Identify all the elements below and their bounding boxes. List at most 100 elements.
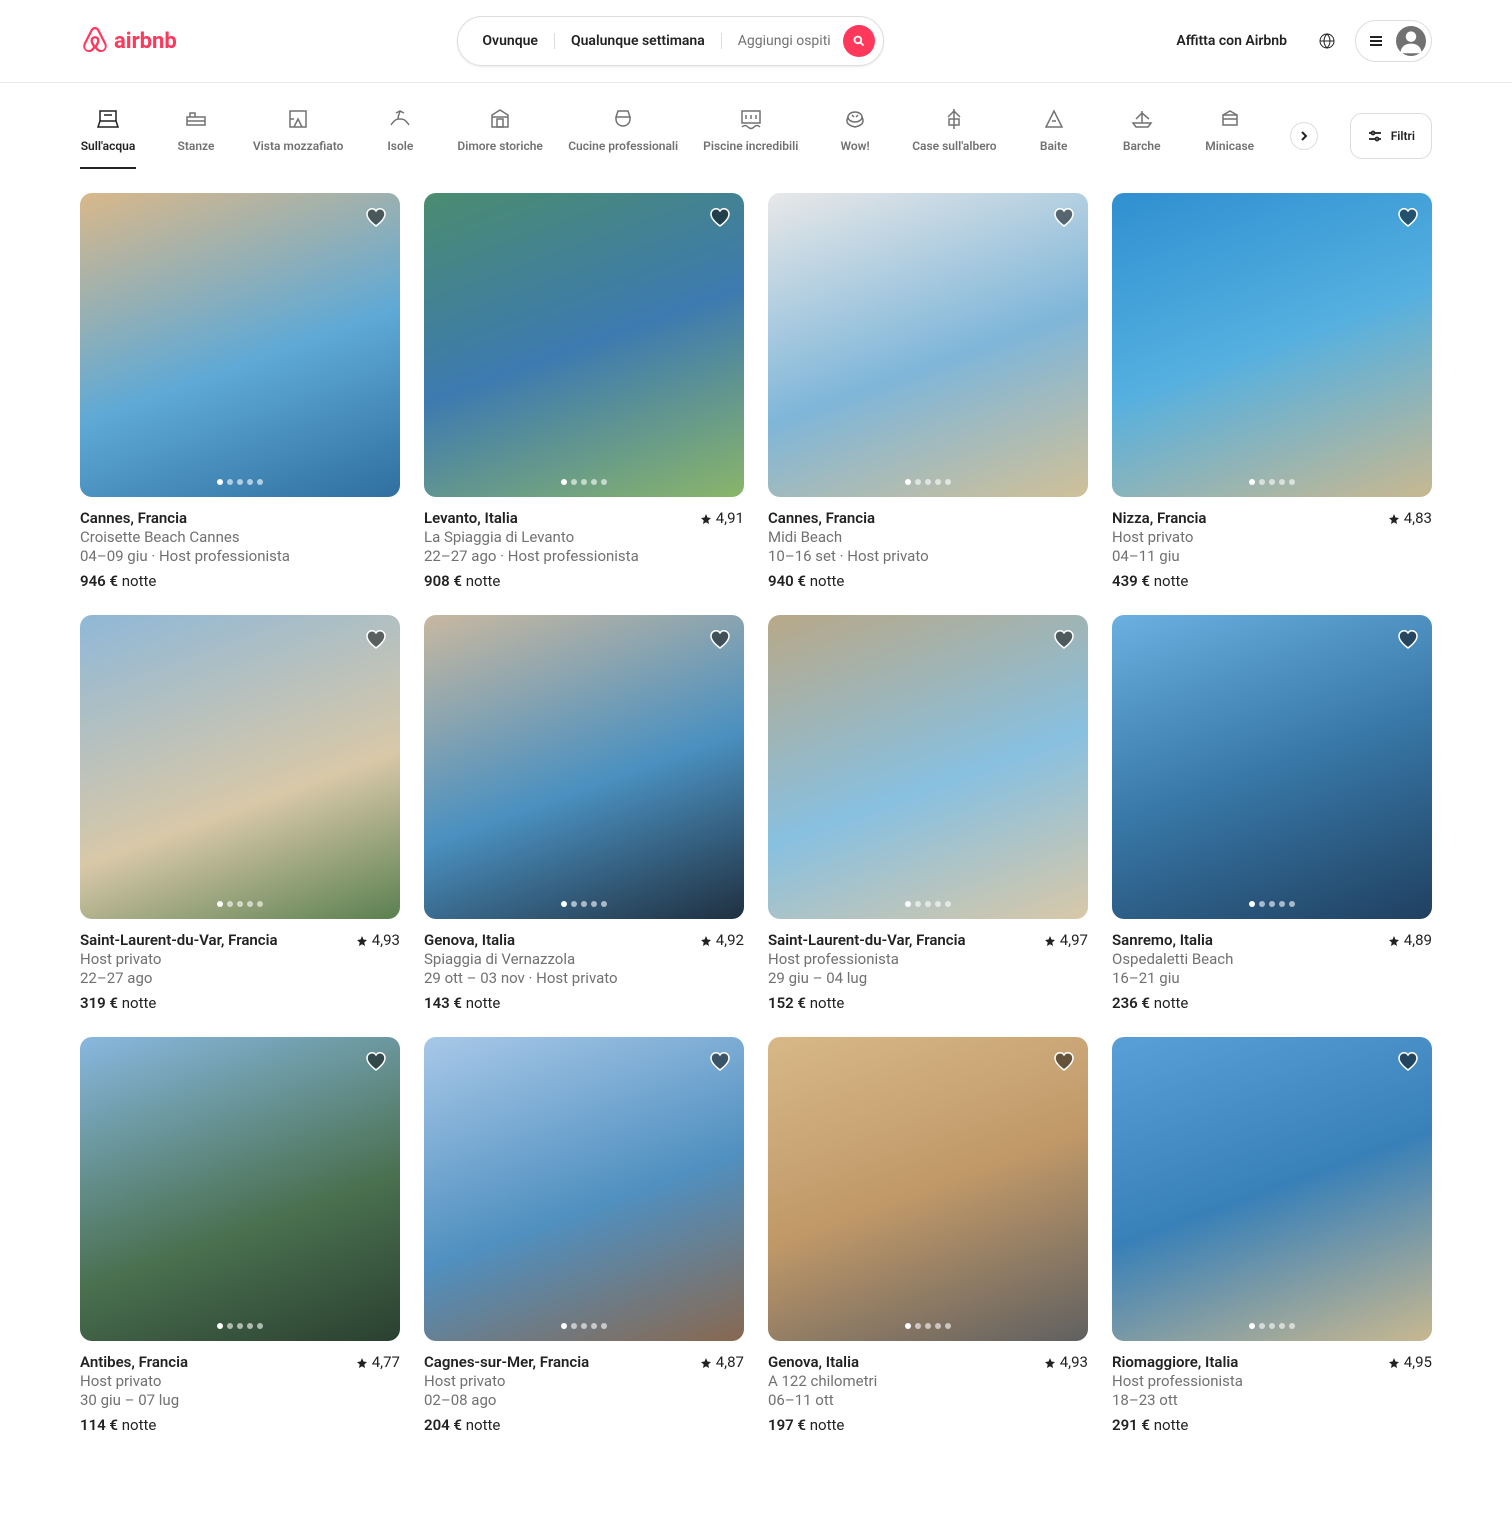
listing-image[interactable] [424,1037,744,1341]
listing-image[interactable] [1112,1037,1432,1341]
star-icon [356,1357,368,1369]
category-label: Sull'acqua [81,139,136,153]
listing-card[interactable]: Cannes, FranciaMidi Beach10–16 set · Hos… [768,193,1088,591]
listing-card[interactable]: Levanto, Italia4,91La Spiaggia di Levant… [424,193,744,591]
image-pagination [561,1323,607,1329]
category-item[interactable]: Isole [372,103,428,169]
category-icon [488,107,512,131]
category-label: Baite [1040,139,1068,153]
category-icon [1130,107,1154,131]
category-label: Barche [1123,139,1161,153]
category-item[interactable]: Wow! [827,103,883,169]
search-when[interactable]: Qualunque settimana [555,33,722,49]
wishlist-button[interactable] [1396,1049,1420,1073]
listing-location: Cannes, Francia [80,509,187,528]
listing-image[interactable] [80,1037,400,1341]
wishlist-button[interactable] [1052,1049,1076,1073]
listing-image[interactable] [80,615,400,919]
logo[interactable]: airbnb [80,25,177,57]
wishlist-button[interactable] [1052,627,1076,651]
listing-subtitle: Host professionista [768,950,1088,969]
category-item[interactable]: Barche [1114,103,1170,169]
listing-card[interactable]: Saint-Laurent-du-Var, Francia4,97Host pr… [768,615,1088,1013]
listing-info: Genova, Italia4,92Spiaggia di Vernazzola… [424,919,744,1013]
listing-dates: 22–27 ago [80,969,400,988]
wishlist-button[interactable] [708,627,732,651]
wishlist-button[interactable] [1396,205,1420,229]
listing-image[interactable] [1112,615,1432,919]
listing-location: Saint-Laurent-du-Var, Francia [80,931,278,950]
category-label: Wow! [840,139,869,153]
category-item[interactable]: Case sull'albero [915,103,994,169]
image-pagination [217,1323,263,1329]
image-pagination [905,1323,951,1329]
listing-subtitle: Host privato [424,1372,744,1391]
globe-icon [1319,33,1335,49]
category-item[interactable]: Minicase [1202,103,1258,169]
listing-card[interactable]: Sanremo, Italia4,89Ospedaletti Beach16–2… [1112,615,1432,1013]
listing-card[interactable]: Cagnes-sur-Mer, Francia4,87Host privato0… [424,1037,744,1435]
avatar [1396,26,1426,56]
heart-icon [708,627,732,651]
listing-card[interactable]: Antibes, Francia4,77Host privato30 giu –… [80,1037,400,1435]
listing-image[interactable] [424,615,744,919]
listing-rating: 4,93 [356,931,400,950]
heart-icon [1396,1049,1420,1073]
listing-image[interactable] [424,193,744,497]
listing-price: 152 € notte [768,994,1088,1013]
search-icon [853,35,865,47]
wishlist-button[interactable] [1052,205,1076,229]
user-menu[interactable] [1355,20,1432,62]
listing-price: 114 € notte [80,1416,400,1435]
category-item[interactable]: Baite [1026,103,1082,169]
heart-icon [1052,205,1076,229]
listing-info: Sanremo, Italia4,89Ospedaletti Beach16–2… [1112,919,1432,1013]
wishlist-button[interactable] [364,1049,388,1073]
wishlist-button[interactable] [708,1049,732,1073]
category-item[interactable]: Stanze [168,103,224,169]
listing-card[interactable]: Nizza, Francia4,83Host privato04–11 giu4… [1112,193,1432,591]
category-item[interactable]: Vista mozzafiato [256,103,340,169]
search-pill[interactable]: Ovunque Qualunque settimana Aggiungi osp… [457,16,883,66]
listing-price: 940 € notte [768,572,1088,591]
listing-rating: 4,89 [1388,931,1432,950]
wishlist-button[interactable] [708,205,732,229]
listing-card[interactable]: Genova, Italia4,92Spiaggia di Vernazzola… [424,615,744,1013]
listing-location: Antibes, Francia [80,1353,188,1372]
category-scroll[interactable]: Sull'acqua Stanze Vista mozzafiato Isole Dim… [80,103,1258,169]
image-pagination [1249,479,1295,485]
category-icon [843,107,867,131]
wishlist-button[interactable] [364,627,388,651]
listing-card[interactable]: Cannes, FranciaCroisette Beach Cannes04–… [80,193,400,591]
listing-card[interactable]: Genova, Italia4,93A 122 chilometri06–11 … [768,1037,1088,1435]
search-button[interactable] [843,25,875,57]
listing-card[interactable]: Saint-Laurent-du-Var, Francia 4,93Host pr… [80,615,400,1013]
wishlist-button[interactable] [1396,627,1420,651]
heart-icon [364,627,388,651]
category-item[interactable]: Cucine professionali [572,103,674,169]
search-guests[interactable]: Aggiungi ospiti [722,33,843,49]
language-button[interactable] [1307,21,1347,61]
category-item[interactable]: Piscine incredibili [706,103,795,169]
host-link[interactable]: Affitta con Airbnb [1164,21,1299,61]
listing-card[interactable]: Riomaggiore, Italia4,95Host professionis… [1112,1037,1432,1435]
listing-image[interactable] [768,193,1088,497]
listing-image[interactable] [768,1037,1088,1341]
category-next-button[interactable] [1290,122,1318,150]
star-icon [356,935,368,947]
category-item[interactable]: Sull'acqua [80,103,136,169]
listing-image[interactable] [1112,193,1432,497]
logo-text: airbnb [114,29,177,54]
category-item[interactable]: Dimore storiche [460,103,540,169]
listing-location: Sanremo, Italia [1112,931,1213,950]
wishlist-button[interactable] [364,205,388,229]
listing-price: 291 € notte [1112,1416,1432,1435]
listing-info: Saint-Laurent-du-Var, Francia 4,93Host pr… [80,919,400,1013]
star-icon [1388,1357,1400,1369]
search-where[interactable]: Ovunque [482,33,555,49]
listing-image[interactable] [80,193,400,497]
listing-subtitle: Host privato [80,950,400,969]
filters-button[interactable]: Filtri [1350,113,1432,159]
listing-image[interactable] [768,615,1088,919]
listing-subtitle: Ospedaletti Beach [1112,950,1432,969]
